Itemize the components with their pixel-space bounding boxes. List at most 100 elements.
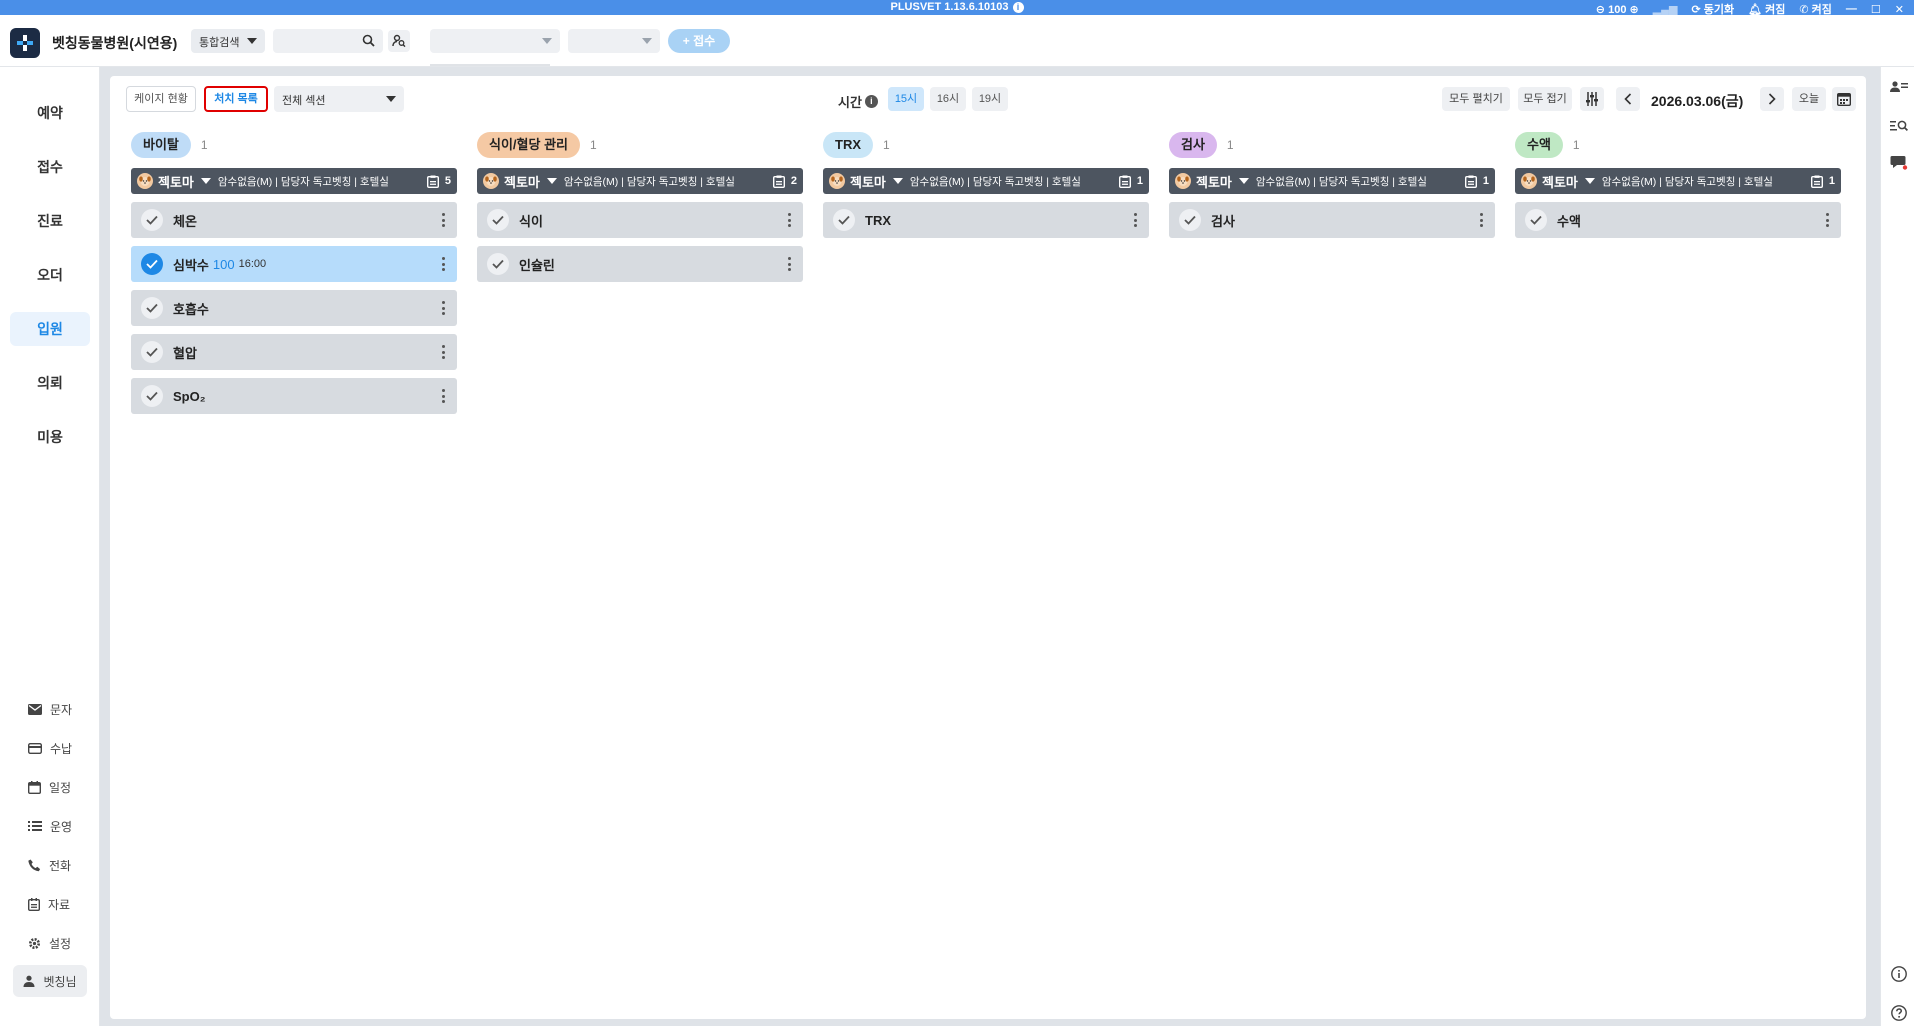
sidebar-item-payment[interactable]: 수납 [28, 738, 94, 758]
chevron-down-icon[interactable] [200, 178, 211, 184]
chat-icon[interactable] [1889, 152, 1909, 172]
zoom-control[interactable]: ⊖ 100 ⊕ [1596, 3, 1639, 16]
nav-grooming[interactable]: 미용 [10, 420, 90, 454]
treatment-item[interactable]: TRX [823, 202, 1149, 238]
treatment-item[interactable]: 인슐린 [477, 246, 803, 282]
user-profile[interactable]: 벳칭님 [13, 965, 87, 997]
record-count[interactable]: 1 [1810, 175, 1835, 188]
patient-header[interactable]: 젝토마 암수없음(M) | 담당자 독고벳칭 | 호텔실 1 [1169, 168, 1495, 194]
minimize-icon[interactable]: — [1846, 3, 1857, 15]
more-icon[interactable] [788, 257, 791, 271]
more-icon[interactable] [442, 301, 445, 315]
nav-referral[interactable]: 의뢰 [10, 366, 90, 400]
record-count[interactable]: 1 [1118, 175, 1143, 188]
patient-name[interactable]: 젝토마 [158, 172, 194, 191]
record-count[interactable]: 5 [426, 175, 451, 188]
more-icon[interactable] [1826, 213, 1829, 227]
patient-name[interactable]: 젝토마 [850, 172, 886, 191]
collapse-all-button[interactable]: 모두 접기 [1518, 87, 1572, 111]
section-select[interactable]: 전체 섹션 [274, 86, 404, 112]
treatment-item[interactable]: SpO₂ [131, 378, 457, 414]
doctor-select[interactable] [430, 29, 560, 53]
expand-all-button[interactable]: 모두 펼치기 [1442, 87, 1510, 111]
treatment-item[interactable]: 식이 [477, 202, 803, 238]
sidebar-item-sms[interactable]: 문자 [28, 699, 94, 719]
sidebar-item-resources[interactable]: 자료 [28, 894, 94, 914]
more-icon[interactable] [442, 213, 445, 227]
search-input[interactable] [273, 29, 383, 53]
check-icon[interactable] [1179, 209, 1201, 231]
tab-treatment-list[interactable]: 처치 목록 [204, 86, 268, 112]
chevron-down-icon[interactable] [1238, 178, 1249, 184]
info-icon[interactable]: i [1012, 2, 1024, 13]
patient-name[interactable]: 젝토마 [1542, 172, 1578, 191]
time-chip-15[interactable]: 15시 [888, 87, 924, 111]
nav-order[interactable]: 오더 [10, 258, 90, 292]
treatment-item[interactable]: 호흡수 [131, 290, 457, 326]
nav-reservation[interactable]: 예약 [10, 96, 90, 130]
record-count[interactable]: 1 [1464, 175, 1489, 188]
more-icon[interactable] [442, 345, 445, 359]
check-icon[interactable] [141, 297, 163, 319]
more-icon[interactable] [1480, 213, 1483, 227]
sidebar-item-settings[interactable]: 설정 [28, 933, 94, 953]
maximize-icon[interactable]: ☐ [1871, 3, 1881, 16]
more-icon[interactable] [442, 257, 445, 271]
time-chip-16[interactable]: 16시 [930, 87, 966, 111]
sidebar-item-schedule[interactable]: 일정 [28, 777, 94, 797]
chevron-down-icon[interactable] [546, 178, 557, 184]
info-icon[interactable]: i [864, 95, 878, 108]
room-select[interactable] [568, 29, 660, 53]
current-date[interactable]: 2026.03.06(금) [1651, 91, 1743, 111]
tab-cage-status[interactable]: 케이지 현황 [126, 86, 196, 112]
treatment-item[interactable]: 체온 [131, 202, 457, 238]
patient-header[interactable]: 젝토마 암수없음(M) | 담당자 독고벳칭 | 호텔실 1 [1515, 168, 1841, 194]
add-reception-button[interactable]: + 접수 [668, 29, 730, 53]
time-chip-19[interactable]: 19시 [972, 87, 1008, 111]
prev-date-button[interactable] [1616, 87, 1640, 111]
check-icon[interactable] [487, 253, 509, 275]
nav-treatment[interactable]: 진료 [10, 204, 90, 238]
filter-button[interactable] [1580, 87, 1604, 111]
patient-search-button[interactable] [388, 30, 410, 52]
sidebar-item-phone[interactable]: 전화 [28, 855, 94, 875]
patient-name[interactable]: 젝토마 [504, 172, 540, 191]
check-icon[interactable] [141, 209, 163, 231]
help-icon[interactable] [1889, 1003, 1909, 1023]
chevron-down-icon[interactable] [1584, 178, 1595, 184]
patient-header[interactable]: 젝토마 암수없음(M) | 담당자 독고벳칭 | 호텔실 1 [823, 168, 1149, 194]
chevron-down-icon[interactable] [892, 178, 903, 184]
calendar-button[interactable] [1832, 87, 1856, 111]
check-icon[interactable] [141, 341, 163, 363]
category-pill[interactable]: 수액 [1515, 132, 1563, 158]
more-icon[interactable] [1134, 213, 1137, 227]
patient-name[interactable]: 젝토마 [1196, 172, 1232, 191]
treatment-item[interactable]: 심박수 100 16:00 [131, 246, 457, 282]
check-icon[interactable] [141, 253, 163, 275]
more-icon[interactable] [442, 389, 445, 403]
search-type-select[interactable]: 통합검색 [191, 29, 265, 53]
check-icon[interactable] [833, 209, 855, 231]
check-icon[interactable] [141, 385, 163, 407]
close-icon[interactable]: ✕ [1895, 3, 1904, 16]
patient-header[interactable]: 젝토마 암수없음(M) | 담당자 독고벳칭 | 호텔실 2 [477, 168, 803, 194]
treatment-item[interactable]: 검사 [1169, 202, 1495, 238]
category-pill[interactable]: 바이탈 [131, 132, 191, 158]
check-icon[interactable] [1525, 209, 1547, 231]
list-search-icon[interactable] [1889, 116, 1909, 136]
search-icon[interactable] [362, 34, 375, 52]
more-icon[interactable] [788, 213, 791, 227]
patient-header[interactable]: 젝토마 암수없음(M) | 담당자 독고벳칭 | 호텔실 5 [131, 168, 457, 194]
nav-hospitalization[interactable]: 입원 [10, 312, 90, 346]
today-button[interactable]: 오늘 [1792, 87, 1826, 111]
info-icon[interactable] [1889, 964, 1909, 984]
nav-reception[interactable]: 접수 [10, 150, 90, 184]
app-logo[interactable] [10, 28, 40, 58]
record-count[interactable]: 2 [772, 175, 797, 188]
category-pill[interactable]: 식이/혈당 관리 [477, 132, 580, 158]
treatment-item[interactable]: 수액 [1515, 202, 1841, 238]
sidebar-item-operation[interactable]: 운영 [28, 816, 94, 836]
contact-card-icon[interactable] [1889, 77, 1909, 97]
next-date-button[interactable] [1760, 87, 1784, 111]
treatment-item[interactable]: 혈압 [131, 334, 457, 370]
